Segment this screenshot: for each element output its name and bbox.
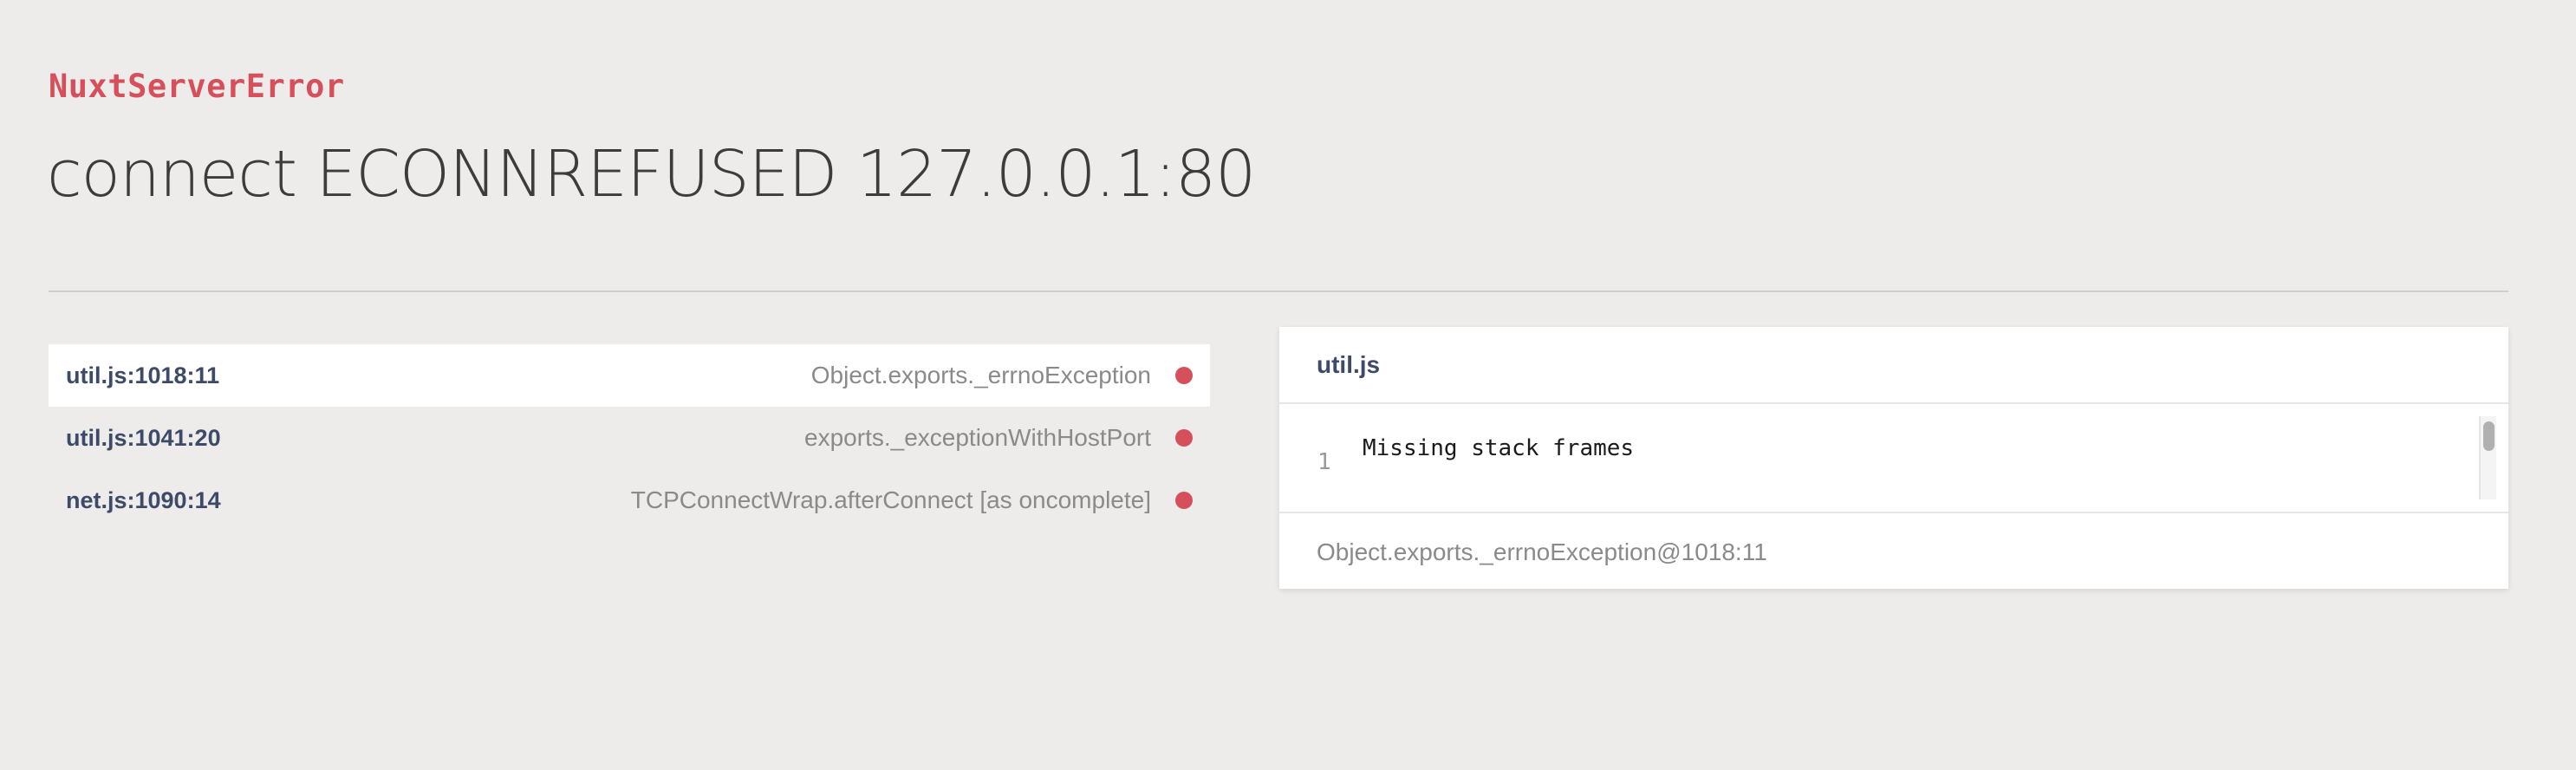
frame-indicator-dot-icon (1175, 492, 1193, 509)
code-line: Missing stack frames (1363, 435, 1635, 461)
frame-location: util.js:1041:20 (66, 424, 221, 451)
frame-function: TCPConnectWrap.afterConnect [as oncomple… (630, 486, 1151, 513)
frame-function: exports._exceptionWithHostPort (804, 424, 1151, 451)
stack-frame-row[interactable]: util.js:1018:11 Object.exports._errnoExc… (49, 344, 1210, 407)
frame-indicator-dot-icon (1175, 429, 1193, 447)
error-message: connect ECONNREFUSED 127.0.0.1:80 (47, 137, 1256, 212)
source-file-name: util.js (1317, 351, 1381, 378)
divider (49, 290, 2508, 292)
frame-location: net.js:1090:14 (66, 486, 221, 513)
code-scrollbar[interactable] (2479, 416, 2496, 499)
line-number: 1 (1317, 449, 1331, 475)
frame-function: Object.exports._errnoException (810, 362, 1151, 388)
stack-frame-row[interactable]: net.js:1090:14 TCPConnectWrap.afterConne… (49, 469, 1210, 532)
stack-frames-list: util.js:1018:11 Object.exports._errnoExc… (49, 344, 1210, 532)
code-scrollbar-thumb[interactable] (2483, 421, 2495, 451)
source-panel: util.js 1 Missing stack frames Object.ex… (1279, 327, 2508, 589)
error-type: NuxtServerError (49, 68, 345, 105)
source-footer-divider (1279, 512, 2508, 513)
frame-indicator-dot-icon (1175, 367, 1193, 384)
code-viewer[interactable]: 1 Missing stack frames (1279, 404, 2508, 512)
frame-location: util.js:1018:11 (66, 362, 220, 388)
stack-frame-row[interactable]: util.js:1041:20 exports._exceptionWithHo… (49, 407, 1210, 469)
source-frame-reference: Object.exports._errnoException@1018:11 (1317, 538, 1767, 565)
